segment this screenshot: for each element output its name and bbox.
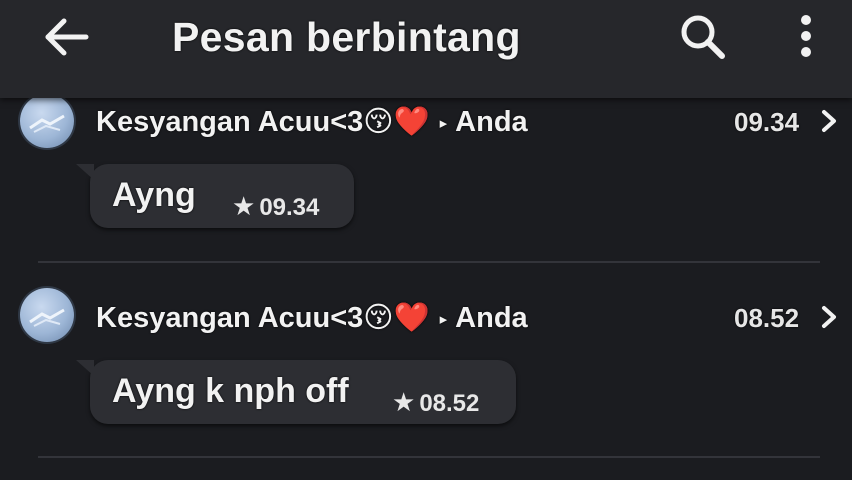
back-button[interactable] xyxy=(40,12,94,62)
divider xyxy=(38,261,820,263)
bubble-tail xyxy=(76,164,94,180)
star-icon: ★ xyxy=(392,387,416,417)
bubble-time: 08.52 xyxy=(419,390,480,417)
app-bar: Pesan berbintang xyxy=(0,0,852,98)
message-time: 09.34 xyxy=(734,107,800,137)
avatar-image xyxy=(29,308,65,327)
message-text: Ayng k nph off xyxy=(112,372,349,410)
message-bubble[interactable]: Ayng k nph off ★ 08.52 xyxy=(76,360,516,424)
chevron-right-icon[interactable] xyxy=(818,302,840,332)
message-bubble[interactable]: Ayng ★ 09.34 xyxy=(76,164,354,228)
bubble-tail xyxy=(76,360,94,376)
search-button[interactable] xyxy=(676,10,732,64)
avatar[interactable] xyxy=(20,94,74,148)
chevron-right-icon[interactable] xyxy=(818,106,840,136)
star-icon: ★ xyxy=(232,191,256,221)
avatar-image xyxy=(29,114,65,133)
more-vertical-icon xyxy=(801,15,811,57)
recipient-name: Anda xyxy=(455,106,528,138)
arrow-right-small-icon: ▸ xyxy=(439,115,448,133)
bubble-meta: ★ 09.34 xyxy=(232,191,319,222)
arrow-left-icon xyxy=(45,18,89,56)
avatar[interactable] xyxy=(20,288,74,342)
divider xyxy=(38,456,820,458)
starred-messages-list: Kesyangan Acuu<3😚❤️ ▸ Anda 09.34 Ayng ★ 09.… xyxy=(0,94,852,480)
sender-name: Kesyangan Acuu<3😚❤️ xyxy=(96,106,430,138)
message-time: 08.52 xyxy=(734,303,800,333)
search-icon xyxy=(681,15,725,59)
sender-name: Kesyangan Acuu<3😚❤️ xyxy=(96,302,430,334)
more-options-button[interactable] xyxy=(788,10,824,64)
recipient-name: Anda xyxy=(455,302,528,334)
bubble-meta: ★ 08.52 xyxy=(392,387,479,418)
bubble-time: 09.34 xyxy=(259,194,320,221)
arrow-right-small-icon: ▸ xyxy=(439,311,448,329)
message-text: Ayng xyxy=(112,176,196,214)
page-title: Pesan berbintang xyxy=(172,14,521,60)
sender-line: Kesyangan Acuu<3😚❤️ ▸ Anda xyxy=(96,104,528,139)
sender-line: Kesyangan Acuu<3😚❤️ ▸ Anda xyxy=(96,300,528,335)
